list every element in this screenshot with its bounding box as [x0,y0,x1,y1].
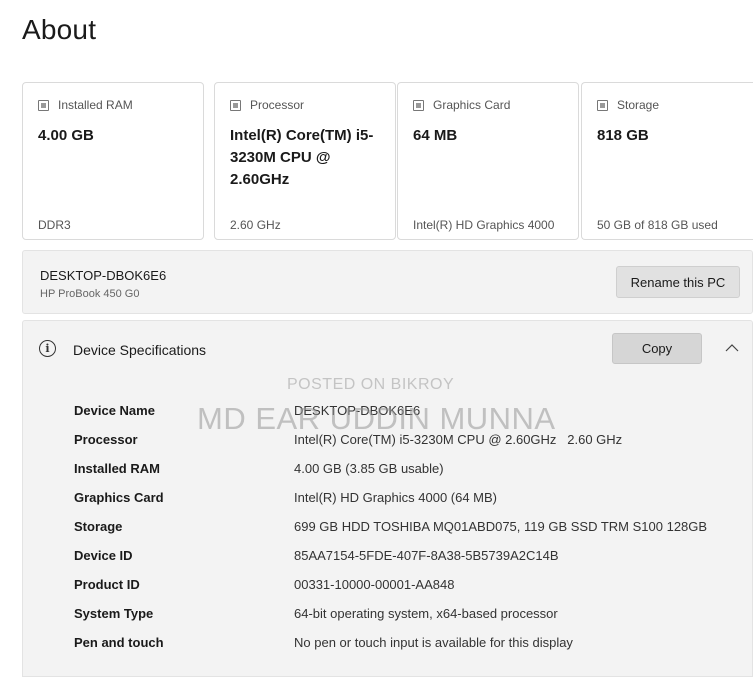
spec-label: Product ID [74,577,140,592]
spec-row-product-id: Product ID 00331-10000-00001-AA848 [23,577,752,606]
spec-row-device-id: Device ID 85AA7154-5FDE-407F-8A38-5B5739… [23,548,752,577]
info-icon: i [39,340,56,357]
card-label: Graphics Card [433,98,511,112]
spec-row-graphics-card: Graphics Card Intel(R) HD Graphics 4000 … [23,490,752,519]
memory-icon [38,99,49,111]
card-footer: 2.60 GHz [230,218,281,232]
card-footer: 50 GB of 818 GB used [597,218,718,232]
spec-value[interactable]: 85AA7154-5FDE-407F-8A38-5B5739A2C14B [294,548,559,563]
chevron-up-icon[interactable] [725,341,739,355]
spec-row-installed-ram: Installed RAM 4.00 GB (3.85 GB usable) [23,461,752,490]
spec-value[interactable]: 699 GB HDD TOSHIBA MQ01ABD075, 119 GB SS… [294,519,707,534]
spec-label: Graphics Card [74,490,164,505]
card-label: Storage [617,98,660,112]
spec-row-system-type: System Type 64-bit operating system, x64… [23,606,752,635]
spec-value[interactable]: 4.00 GB (3.85 GB usable) [294,461,444,476]
spec-label: System Type [74,606,154,621]
spec-value[interactable]: 64-bit operating system, x64-based proce… [294,606,558,621]
spec-label: Storage [74,519,123,534]
card-value: 4.00 GB [38,127,94,144]
copy-button[interactable]: Copy [612,333,702,364]
spec-value[interactable]: Intel(R) Core(TM) i5-3230M CPU @ 2.60GHz… [294,432,622,447]
rename-pc-button[interactable]: Rename this PC [616,266,740,298]
pc-name-bar: DESKTOP-DBOK6E6 HP ProBook 450 G0 Rename… [22,250,753,314]
device-specifications-list: Device Name DESKTOP-DBOK6E6 Processor In… [22,376,753,677]
spec-row-device-name: Device Name DESKTOP-DBOK6E6 [23,403,752,432]
spec-label: Processor [74,432,138,447]
spec-row-storage: Storage 699 GB HDD TOSHIBA MQ01ABD075, 1… [23,519,752,548]
spec-value[interactable]: No pen or touch input is available for t… [294,635,573,650]
processor-icon [230,99,241,111]
page-title: About [22,14,97,45]
spec-value[interactable]: Intel(R) HD Graphics 4000 (64 MB) [294,490,497,505]
section-title: Device Specifications [73,342,207,358]
spec-label: Installed RAM [74,461,160,476]
card-storage[interactable]: Storage 818 GB 50 GB of 818 GB used [581,82,753,240]
card-label: Installed RAM [58,98,133,112]
card-installed-ram[interactable]: Installed RAM 4.00 GB DDR3 [22,82,204,240]
graphics-card-icon [413,99,424,111]
device-specifications-header[interactable]: i Device Specifications Copy [22,320,753,377]
card-processor[interactable]: Processor Intel(R) Core(TM) i5-3230M CPU… [214,82,396,240]
card-value: 818 GB [597,127,649,144]
card-graphics[interactable]: Graphics Card 64 MB Intel(R) HD Graphics… [397,82,579,240]
storage-icon [597,99,608,111]
spec-row-processor: Processor Intel(R) Core(TM) i5-3230M CPU… [23,432,752,461]
card-value: Intel(R) Core(TM) i5-3230M CPU @ 2.60GHz [230,127,374,188]
pc-model: HP ProBook 450 G0 [40,288,140,300]
card-value: 64 MB [413,127,458,144]
spec-label: Pen and touch [74,635,164,650]
spec-value[interactable]: DESKTOP-DBOK6E6 [294,403,420,418]
card-footer: DDR3 [38,218,71,232]
card-footer: Intel(R) HD Graphics 4000 [413,218,555,232]
spec-label: Device Name [74,403,155,418]
spec-value[interactable]: 00331-10000-00001-AA848 [294,577,454,592]
spec-label: Device ID [74,548,133,563]
spec-row-pen-and-touch: Pen and touch No pen or touch input is a… [23,635,752,664]
card-label: Processor [250,98,305,112]
pc-name: DESKTOP-DBOK6E6 [40,268,167,283]
